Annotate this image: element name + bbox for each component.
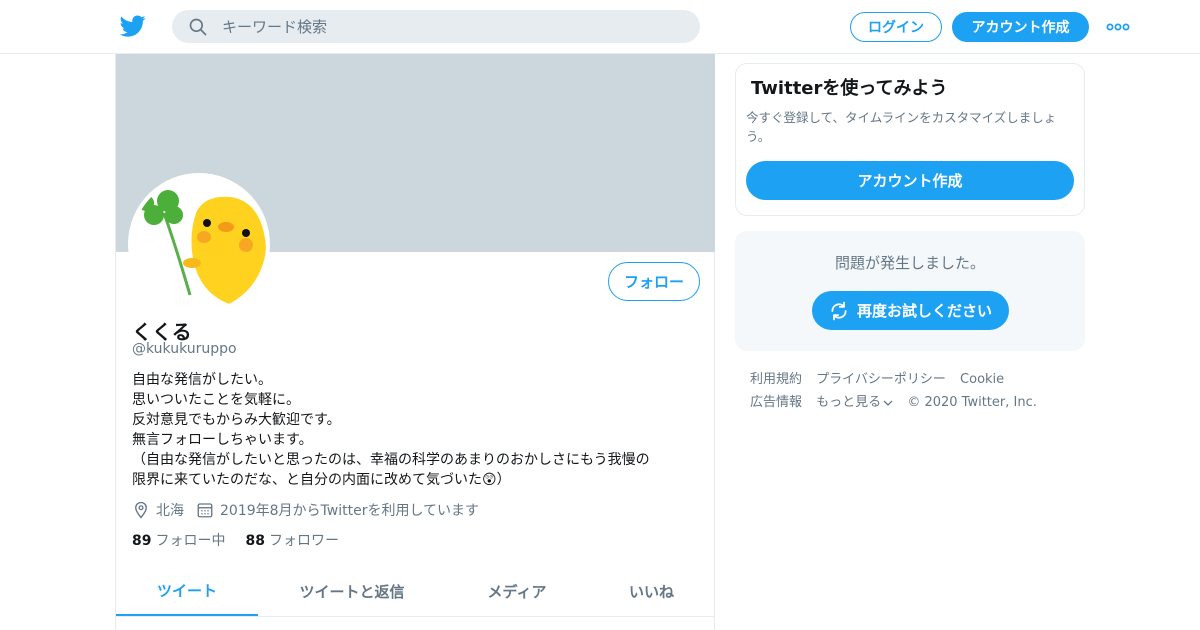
twitter-bird-icon[interactable] — [119, 13, 147, 39]
footer-more-label: もっと見る — [816, 395, 882, 410]
signup-button[interactable]: アカウント作成 — [952, 12, 1089, 42]
signup-card: Twitterを使ってみよう 今すぐ登録して、タイムラインをカスタマイズしましょ… — [735, 63, 1085, 216]
footer-link-privacy[interactable]: プライバシーポリシー — [816, 368, 946, 391]
login-button[interactable]: ログイン — [850, 12, 942, 42]
profile-join-date: 2019年8月からTwitterを利用しています — [220, 503, 480, 519]
bio-line: 限界に来ていたのだな、と自分の内面に改めて気づいた😲） — [132, 472, 511, 488]
signup-card-title: Twitterを使ってみよう — [751, 78, 948, 99]
avatar-chick-image — [132, 177, 266, 311]
location-pin-icon — [135, 501, 147, 519]
follow-button[interactable]: フォロー — [608, 262, 700, 301]
retry-button[interactable]: 再度お試しください — [812, 291, 1009, 330]
footer-links: 利用規約 プライバシーポリシー Cookie 広告情報 もっと見る © 2020… — [750, 368, 1080, 414]
signup-card-button[interactable]: アカウント作成 — [746, 161, 1074, 200]
bio-line: 思いついたことを気軽に。 — [132, 392, 300, 408]
retry-label: 再度お試しください — [856, 302, 992, 320]
followers-count: 88 — [245, 533, 265, 549]
calendar-icon — [197, 503, 213, 518]
profile-meta: 北海 2019年8月からTwitterを利用しています — [132, 500, 479, 520]
footer-link-cookie[interactable]: Cookie — [960, 368, 1004, 391]
chevron-down-icon — [883, 400, 893, 406]
tab-media[interactable]: メディア — [446, 566, 588, 616]
footer-link-ads[interactable]: 広告情報 — [750, 391, 802, 414]
following-label: フォロー中 — [155, 533, 226, 549]
tab-tweets[interactable]: ツイート — [116, 566, 258, 616]
signup-card-description: 今すぐ登録して、タイムラインをカスタマイズしましょう。 — [746, 110, 1057, 144]
refresh-icon — [831, 301, 847, 320]
followers-label: フォロワー — [268, 533, 339, 549]
top-navigation-bar: ログイン アカウント作成 — [0, 0, 1200, 54]
profile-column: フォロー くくる @kukukuruppo 自由な発信がしたい。 思いついたこと… — [115, 54, 715, 630]
tab-likes[interactable]: いいね — [588, 566, 715, 616]
footer-link-terms[interactable]: 利用規約 — [750, 368, 802, 391]
search-icon — [189, 18, 207, 36]
profile-location: 北海 — [156, 503, 184, 519]
footer-copyright: © 2020 Twitter, Inc. — [907, 395, 1037, 410]
following-link[interactable]: 89 フォロー中 — [132, 530, 225, 550]
more-dots-icon[interactable] — [1106, 19, 1130, 35]
bio-line: 自由な発信がしたい。 — [132, 372, 272, 388]
profile-bio: 自由な発信がしたい。 思いついたことを気軽に。 反対意見でもからみ大歓迎です。 … — [132, 370, 702, 490]
tab-tweets-and-replies[interactable]: ツイートと返信 — [258, 566, 446, 616]
bio-line: （自由な発信がしたいと思ったのは、幸福の科学のあまりのおかしさにもう我慢の — [132, 452, 650, 468]
followers-link[interactable]: 88 フォロワー — [245, 530, 338, 550]
search-box[interactable] — [172, 10, 700, 43]
bio-line: 無言フォローしちゃいます。 — [132, 432, 313, 448]
error-message: 問題が発生しました。 — [834, 254, 985, 272]
user-handle: @kukukuruppo — [132, 341, 237, 357]
profile-tabs: ツイート ツイートと返信 メディア いいね — [116, 566, 715, 617]
bio-line: 反対意見でもからみ大歓迎です。 — [132, 412, 341, 428]
search-input[interactable] — [222, 10, 682, 43]
footer-more-menu[interactable]: もっと見る — [816, 391, 893, 414]
follow-counts: 89 フォロー中 88 フォロワー — [132, 530, 359, 550]
following-count: 89 — [132, 533, 152, 549]
error-card: 問題が発生しました。 再度お試しください — [735, 231, 1085, 351]
avatar[interactable] — [128, 173, 270, 315]
